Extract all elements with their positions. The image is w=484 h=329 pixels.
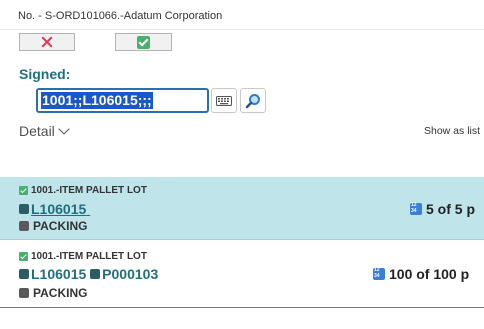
lot-link[interactable]: L106015 [31,201,86,217]
check-icon [19,186,28,195]
close-icon [40,35,54,49]
detail-label: Detail [19,123,55,139]
quantity: 5 of 5 p [410,201,475,217]
search-icon [245,93,260,108]
check-icon [137,35,150,49]
quantity-label: 100 of 100 p [389,266,470,282]
location-line: PACKING [19,219,87,233]
signed-input[interactable]: 1001;;L106015;;; [36,88,209,113]
list-item[interactable]: 1001.-ITEM PALLET LOT L106015 P000103 PA… [0,244,484,308]
show-as-list-link[interactable]: Show as list [424,125,480,137]
item-name: 1001.-ITEM PALLET LOT [31,185,147,196]
signed-input-value: 1001;;L106015;;; [41,92,153,109]
location-icon [19,288,29,298]
search-button[interactable] [240,88,266,113]
location-label: PACKING [33,219,88,233]
item-header: 1001.-ITEM PALLET LOT [19,251,147,262]
check-icon [19,252,28,261]
location-line: PACKING [19,286,87,300]
signed-label: Signed: [19,66,71,82]
quantity-icon [373,268,385,280]
pallet-icon [90,269,101,279]
lot-icon [19,269,29,279]
location-label: PACKING [33,286,88,300]
confirm-button[interactable] [115,33,172,51]
quantity: 100 of 100 p [373,266,469,282]
lot-label: L106015 [31,266,87,282]
lot-icon [19,204,29,214]
keyboard-button[interactable] [211,88,237,113]
pallet-label: P000103 [102,266,159,282]
lot-line: L106015 P000103 [19,266,158,282]
item-header: 1001.-ITEM PALLET LOT [19,185,147,196]
cancel-button[interactable] [19,33,75,51]
chevron-down-icon [58,122,70,135]
quantity-icon [410,203,422,215]
page-title: No. - S-ORD101066.-Adatum Corporation [18,10,223,22]
location-icon [19,221,29,231]
detail-toggle[interactable]: Detail [19,122,70,139]
lot-line: L106015 [19,201,90,217]
header-divider [0,29,484,30]
keyboard-icon [216,95,232,106]
quantity-label: 5 of 5 p [426,201,476,217]
list-item[interactable]: 1001.-ITEM PALLET LOT L106015 PACKING 5 … [0,177,484,240]
item-name: 1001.-ITEM PALLET LOT [31,251,147,262]
